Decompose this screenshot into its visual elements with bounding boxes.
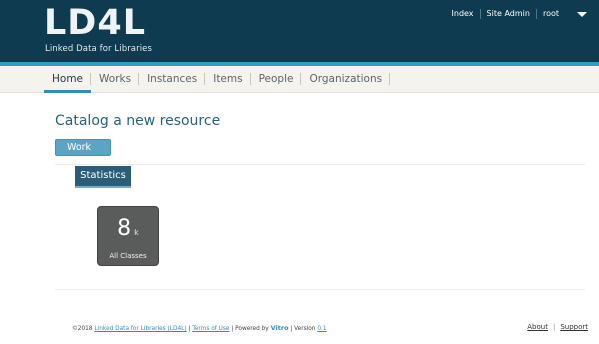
main-nav: Home Works Instances Items People Organi…: [0, 66, 599, 93]
support-link[interactable]: Support: [555, 323, 593, 331]
nav-works[interactable]: Works: [91, 66, 140, 93]
vitro-link[interactable]: Vitro: [271, 324, 289, 332]
stat-label: All Classes: [109, 252, 147, 260]
nav-instances[interactable]: Instances: [139, 66, 206, 93]
page-title: Catalog a new resource: [55, 113, 221, 129]
footer-left: ©2018 Linked Data for Libraries (LD4L) |…: [72, 324, 327, 332]
site-admin-link[interactable]: Site Admin: [481, 9, 537, 19]
terms-link[interactable]: Terms of Use: [192, 326, 229, 332]
logo-text: LD4L: [44, 3, 147, 43]
chevron-down-icon[interactable]: [577, 12, 587, 17]
statistics-tab[interactable]: Statistics: [75, 166, 131, 186]
top-links: Index Site Admin root: [446, 9, 589, 19]
nav-items[interactable]: Items: [205, 66, 251, 93]
site-header: LD4L Linked Data for Libraries Index Sit…: [0, 0, 599, 62]
index-link[interactable]: Index: [446, 9, 481, 19]
version-link[interactable]: 0.1: [317, 326, 326, 332]
org-link[interactable]: Linked Data for Libraries (LD4L): [94, 326, 186, 332]
statistics-underline: [75, 186, 131, 188]
stat-unit: k: [134, 228, 139, 237]
footer-right: About | Support: [522, 323, 593, 331]
work-button[interactable]: Work: [55, 139, 111, 156]
about-link[interactable]: About: [522, 323, 553, 331]
stat-card-all-classes[interactable]: 8k All Classes: [97, 206, 159, 266]
stat-value: 8k: [117, 216, 139, 241]
nav-organizations[interactable]: Organizations: [301, 66, 390, 93]
logo-tagline: Linked Data for Libraries: [45, 44, 153, 54]
nav-people[interactable]: People: [251, 66, 302, 93]
divider: [55, 164, 585, 165]
copyright: ©2018: [72, 326, 93, 332]
site-logo[interactable]: LD4L Linked Data for Libraries: [44, 3, 164, 55]
nav-home[interactable]: Home: [44, 66, 92, 93]
footer-divider: [55, 289, 585, 290]
